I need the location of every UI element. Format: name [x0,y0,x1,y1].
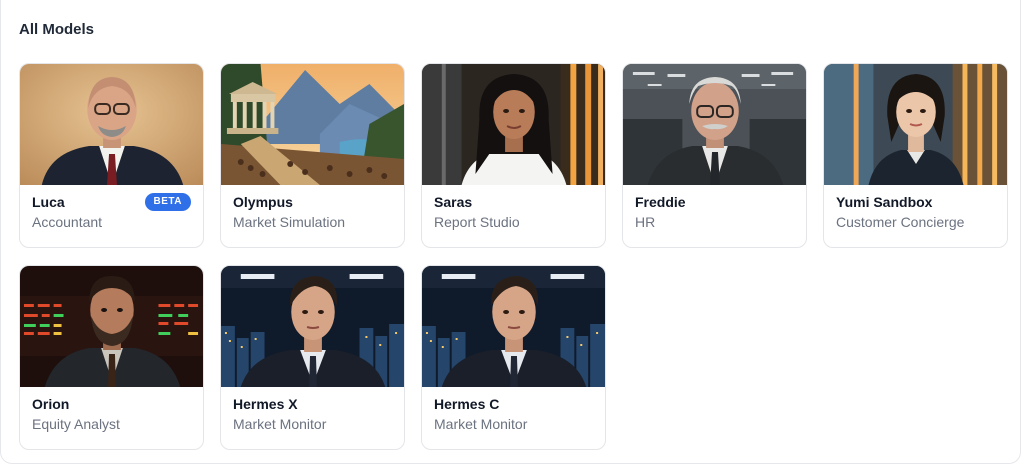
model-subtitle: Market Monitor [434,416,528,432]
model-subtitle: Report Studio [434,214,520,230]
model-subtitle: Accountant [32,214,103,230]
model-name: Hermes X [233,396,298,412]
model-card-hermes-x[interactable]: Hermes X Market Monitor [220,265,405,450]
model-image-hermes-x [221,266,404,387]
model-subtitle: Market Simulation [233,214,346,230]
models-panel: All Models Luca BETA Accountant Olympus … [0,0,1021,464]
model-card-luca[interactable]: Luca BETA Accountant [19,63,204,248]
section-title: All Models [19,21,95,38]
model-image-saras [422,64,605,185]
model-card-yumi-sandbox[interactable]: Yumi Sandbox Customer Concierge [823,63,1008,248]
model-name: Luca [32,194,65,210]
beta-badge: BETA [144,193,191,211]
model-name: Freddie [635,194,686,210]
model-name: Orion [32,396,70,412]
models-grid: Luca BETA Accountant Olympus Market Simu… [19,63,1008,450]
model-image-yumi-sandbox [824,64,1007,185]
model-subtitle: Equity Analyst [32,416,120,432]
model-card-saras[interactable]: Saras Report Studio [421,63,606,248]
model-name: Olympus [233,194,293,210]
model-subtitle: HR [635,214,656,230]
model-subtitle: Market Monitor [233,416,327,432]
model-image-luca [20,64,203,185]
model-subtitle: Customer Concierge [836,214,965,230]
model-card-orion[interactable]: Orion Equity Analyst [19,265,204,450]
model-card-olympus[interactable]: Olympus Market Simulation [220,63,405,248]
model-image-olympus [221,64,404,185]
model-name: Saras [434,194,473,210]
model-name: Hermes C [434,396,500,412]
model-image-freddie [623,64,806,185]
model-name: Yumi Sandbox [836,194,933,210]
model-card-hermes-c[interactable]: Hermes C Market Monitor [421,265,606,450]
model-image-hermes-c [422,266,605,387]
model-card-freddie[interactable]: Freddie HR [622,63,807,248]
model-image-orion [20,266,203,387]
